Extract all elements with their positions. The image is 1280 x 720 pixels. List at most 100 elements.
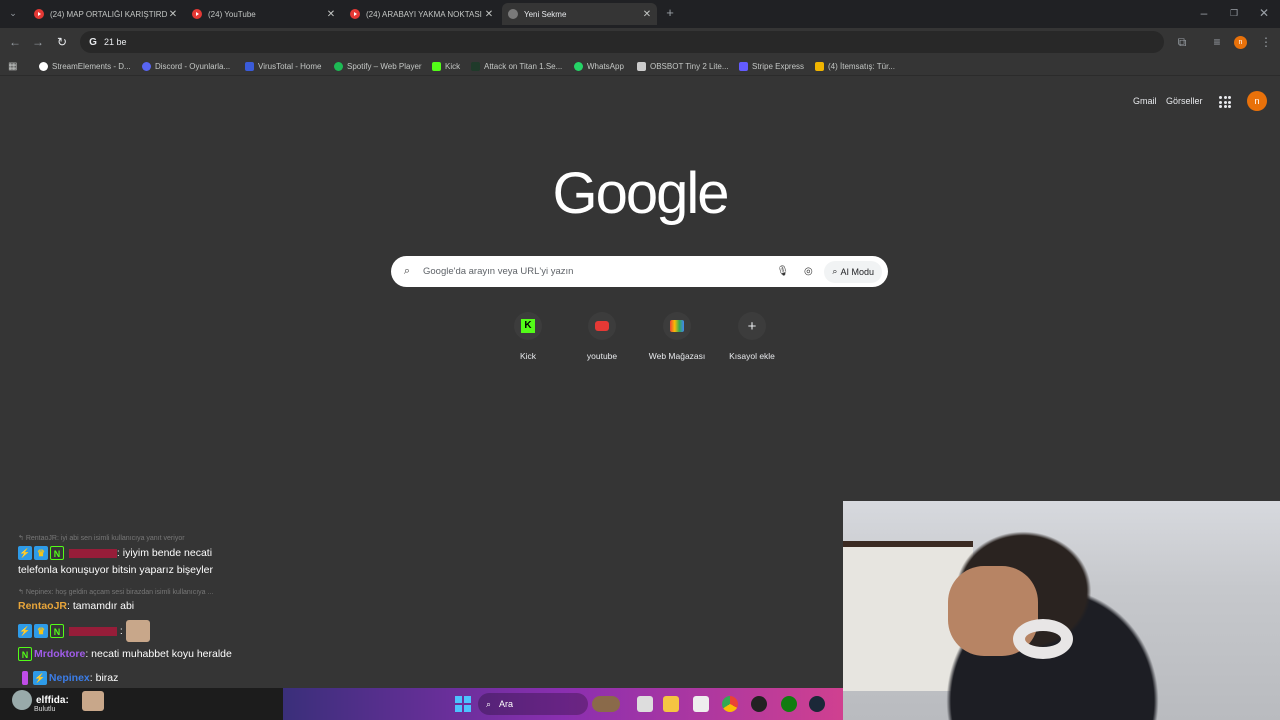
tab-title: Yeni Sekme	[524, 9, 567, 19]
task-view-icon[interactable]	[637, 696, 653, 712]
bookmark-attack-on-titan[interactable]: Attack on Titan 1.Se...	[471, 60, 562, 72]
window-close-button[interactable]: ✕	[1256, 5, 1272, 21]
images-link[interactable]: Görseller	[1166, 96, 1203, 106]
forward-button[interactable]: →	[30, 34, 46, 50]
streamelements-icon	[39, 61, 48, 71]
google-lens-icon[interactable]: ◎	[802, 266, 814, 277]
steam-icon[interactable]	[809, 696, 825, 712]
taskbar: elffida: Bulutlu ⌕ Ara	[0, 688, 843, 720]
tab-title: (24) YouTube	[208, 9, 256, 19]
chat-message: ⚡ Nepinex: biraz	[18, 671, 118, 685]
search-icon: ⌕	[486, 698, 492, 709]
webstore-icon	[663, 312, 691, 340]
shortcut-label: Kısayol ekle	[729, 351, 775, 361]
obsbot-icon	[637, 61, 646, 71]
bookmark-kick[interactable]: Kick	[432, 60, 460, 72]
widgets-icon[interactable]	[592, 696, 620, 712]
chat-message: ⚡ ♛ N :	[18, 620, 150, 642]
taskbar-search[interactable]: ⌕ Ara	[478, 693, 588, 715]
bookmark-obsbot[interactable]: OBSBOT Tiny 2 Lite...	[637, 60, 729, 72]
minimize-button[interactable]: –	[1196, 5, 1212, 21]
close-icon[interactable]: ✕	[483, 9, 495, 20]
stripe-icon	[739, 61, 748, 71]
bookmark-streamelements[interactable]: StreamElements - D...	[39, 60, 131, 72]
address-value[interactable]: 21 be	[104, 37, 127, 47]
apps-icon[interactable]: ▦	[8, 60, 17, 72]
attack-on-titan-icon	[471, 61, 480, 71]
search-input[interactable]: Google'da arayın veya URL'yi yazın	[423, 266, 776, 277]
bookmark-itemsatis[interactable]: (4) İtemsatış: Tür...	[815, 60, 895, 72]
back-button[interactable]: ←	[7, 34, 23, 50]
close-icon[interactable]: ✕	[641, 9, 653, 20]
maximize-button[interactable]: ❐	[1226, 5, 1242, 21]
tab-2[interactable]: (24) ARABAYI YAKMA NOKTASI ✕	[344, 3, 499, 25]
weather-icon	[12, 690, 32, 710]
itemsatis-icon	[815, 61, 824, 71]
chat-message-cont: telefonla konuşuyor bitsin yaparız bişey…	[18, 564, 213, 576]
store-icon[interactable]	[693, 696, 709, 712]
chrome-icon[interactable]	[722, 696, 738, 712]
google-icon: G	[89, 36, 97, 48]
bookmark-spotify[interactable]: Spotify – Web Player	[334, 60, 422, 72]
windows-start-icon[interactable]	[455, 696, 471, 712]
shortcut-label: Kick	[519, 351, 537, 361]
emote-image	[82, 691, 104, 711]
n-badge-icon: N	[50, 546, 64, 560]
logitech-icon[interactable]	[751, 696, 767, 712]
bookmark-virustotal[interactable]: VirusTotal - Home	[245, 60, 321, 72]
xbox-icon[interactable]	[781, 696, 797, 712]
ai-mode-button[interactable]: ⌕ AI Modu	[824, 260, 882, 283]
pill-badge-icon	[22, 671, 28, 685]
reload-button[interactable]: ↻	[54, 34, 70, 50]
google-icon	[508, 9, 518, 19]
gmail-link[interactable]: Gmail	[1133, 96, 1157, 106]
tab-0[interactable]: (24) MAP ORTALIĞI KARIŞTIRDI ✕	[28, 3, 183, 25]
shortcut-youtube[interactable]: youtube	[567, 312, 637, 361]
microphone-icon[interactable]: 🎙	[776, 266, 789, 277]
address-bar[interactable]: G 21 be	[80, 31, 1164, 53]
ai-mode-icon: ⌕	[832, 266, 838, 276]
profile-avatar[interactable]: n	[1234, 36, 1247, 49]
stream-chat-overlay: ↰ RentaoJR: iyi abi sen isimli kullanıcı…	[0, 520, 300, 690]
chat-message: ⚡ ♛ N : iyiyim bende necati	[18, 546, 213, 560]
tab-3-active[interactable]: Yeni Sekme ✕	[502, 3, 657, 25]
spotify-icon	[334, 61, 343, 71]
tab-title: (24) ARABAYI YAKMA NOKTASI	[366, 9, 482, 19]
discord-icon	[142, 61, 151, 71]
shortcut-webstore[interactable]: Web Mağazası	[642, 312, 712, 361]
plus-icon: +	[738, 312, 766, 340]
bookmark-whatsapp[interactable]: WhatsApp	[574, 60, 624, 72]
youtube-icon	[34, 9, 44, 19]
account-avatar[interactable]: n	[1247, 91, 1267, 111]
media-control-icon[interactable]: ≡	[1209, 34, 1225, 50]
menu-icon[interactable]: ⋮	[1258, 34, 1274, 50]
file-explorer-icon[interactable]	[663, 696, 679, 712]
close-icon[interactable]: ✕	[167, 9, 179, 20]
n-badge-icon: N	[50, 624, 64, 638]
tab-title: (24) MAP ORTALIĞI KARIŞTIRDI	[50, 9, 167, 19]
bookmark-stripe[interactable]: Stripe Express	[739, 60, 804, 72]
badge-icon: ⚡	[18, 546, 32, 560]
tab-search-chevron-icon[interactable]: ⌄	[5, 5, 21, 21]
redacted-username	[68, 548, 117, 558]
emote-image	[125, 620, 150, 642]
extensions-icon[interactable]: ⧉	[1174, 34, 1190, 50]
tab-1[interactable]: (24) YouTube ✕	[186, 3, 341, 25]
kick-icon: K	[514, 312, 542, 340]
crown-badge-icon: ♛	[34, 624, 48, 638]
shortcut-kick[interactable]: K Kick	[493, 312, 563, 361]
whatsapp-icon	[574, 61, 583, 71]
kick-icon	[432, 61, 441, 71]
bookmarks-bar: ▦ StreamElements - D... Discord - Oyunla…	[0, 56, 1280, 76]
weather-label: Bulutlu	[34, 706, 56, 713]
shortcut-add[interactable]: + Kısayol ekle	[717, 312, 787, 361]
new-tab-button[interactable]: +	[662, 5, 678, 21]
google-apps-icon[interactable]	[1219, 96, 1231, 108]
tab-bar: ⌄ (24) MAP ORTALIĞI KARIŞTIRDI ✕ (24) Yo…	[0, 0, 1280, 28]
headset-image	[1013, 619, 1073, 659]
search-box[interactable]: ⌕ Google'da arayın veya URL'yi yazın 🎙 ◎…	[391, 256, 888, 287]
bookmark-discord[interactable]: Discord - Oyunlarla...	[142, 60, 230, 72]
youtube-icon	[192, 9, 202, 19]
close-icon[interactable]: ✕	[325, 9, 337, 20]
virustotal-icon	[245, 61, 254, 71]
